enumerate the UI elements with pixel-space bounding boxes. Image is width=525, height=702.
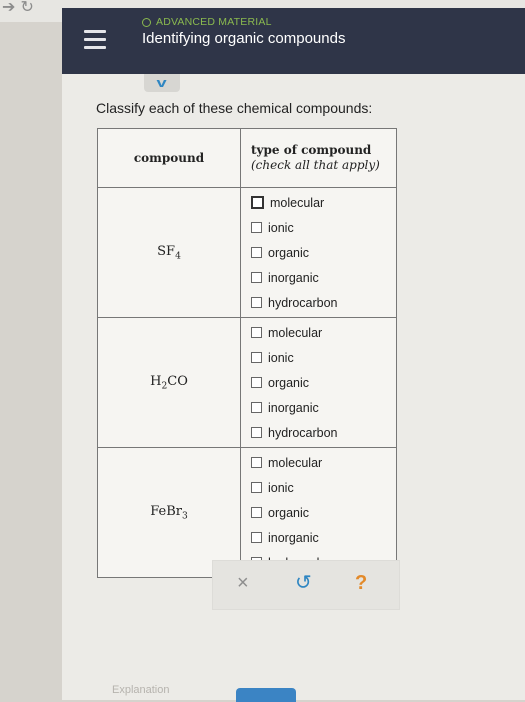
section-text: ADVANCED MATERIAL — [156, 16, 272, 28]
page-title: Identifying organic compounds — [142, 30, 346, 47]
collapse-toggle[interactable]: v — [144, 74, 180, 92]
checkbox-icon — [251, 457, 262, 468]
undo-button[interactable]: ↺ — [295, 571, 312, 595]
checkbox-icon — [251, 352, 262, 363]
checkbox-icon — [251, 297, 262, 308]
checkbox-icon — [251, 402, 262, 413]
checkbox-ionic[interactable]: ionic — [251, 345, 396, 370]
checkbox-icon — [251, 327, 262, 338]
type-header: type of compound (check all that apply) — [240, 128, 397, 188]
app-header: ADVANCED MATERIAL Identifying organic co… — [62, 8, 525, 74]
classification-table: compound type of compound (check all tha… — [97, 128, 397, 578]
instructions: Classify each of these chemical compound… — [96, 100, 373, 116]
checkbox-icon — [251, 427, 262, 438]
checkbox-organic[interactable]: organic — [251, 240, 396, 265]
hamburger-menu-icon[interactable] — [84, 30, 106, 54]
checkbox-icon — [251, 377, 262, 388]
compound-header: compound — [97, 128, 241, 188]
clear-button[interactable]: × — [237, 571, 249, 595]
options-cell: molecular ionic organic inorganic hydroc… — [240, 317, 397, 448]
table-header-row: compound type of compound (check all tha… — [97, 128, 397, 188]
compound-cell: H2CO — [97, 317, 241, 448]
checkbox-organic[interactable]: organic — [251, 500, 396, 525]
table-row: FeBr3 molecular ionic organic inorganic … — [97, 447, 397, 578]
checkbox-inorganic[interactable]: inorganic — [251, 395, 396, 420]
checkbox-icon — [251, 532, 262, 543]
section-label: ADVANCED MATERIAL — [142, 16, 272, 28]
type-header-line1: type of compound — [251, 143, 372, 157]
checkbox-molecular[interactable]: molecular — [251, 450, 396, 475]
type-header-line2: (check all that apply) — [251, 158, 380, 172]
action-bar: × ↺ ? — [212, 560, 400, 610]
compound-cell: FeBr3 — [97, 447, 241, 578]
table-row: SF4 molecular ionic organic inorganic hy… — [97, 187, 397, 318]
checkbox-organic[interactable]: organic — [251, 370, 396, 395]
checkbox-hydrocarbon[interactable]: hydrocarbon — [251, 420, 396, 445]
options-cell: molecular ionic organic inorganic hydroc… — [240, 187, 397, 318]
checkbox-icon — [251, 272, 262, 283]
checkbox-ionic[interactable]: ionic — [251, 475, 396, 500]
checkbox-icon — [251, 507, 262, 518]
checkbox-icon — [251, 482, 262, 493]
checkbox-hydrocarbon[interactable]: hydrocarbon — [251, 290, 396, 315]
chevron-down-icon: v — [156, 75, 168, 90]
back-arrow-icon[interactable]: ➔ ↻ — [2, 0, 34, 16]
checkbox-ionic[interactable]: ionic — [251, 215, 396, 240]
explanation-link[interactable]: Explanation — [112, 684, 170, 696]
checkbox-molecular[interactable]: molecular — [251, 190, 396, 215]
help-button[interactable]: ? — [355, 571, 367, 595]
circle-icon — [142, 17, 151, 27]
checkbox-molecular[interactable]: molecular — [251, 320, 396, 345]
options-cell: molecular ionic organic inorganic hydroc… — [240, 447, 397, 578]
checkbox-inorganic[interactable]: inorganic — [251, 265, 396, 290]
table-row: H2CO molecular ionic organic inorganic h… — [97, 317, 397, 448]
checkbox-icon — [251, 196, 264, 209]
checkbox-inorganic[interactable]: inorganic — [251, 525, 396, 550]
compound-cell: SF4 — [97, 187, 241, 318]
checkbox-icon — [251, 247, 262, 258]
checkbox-icon — [251, 222, 262, 233]
